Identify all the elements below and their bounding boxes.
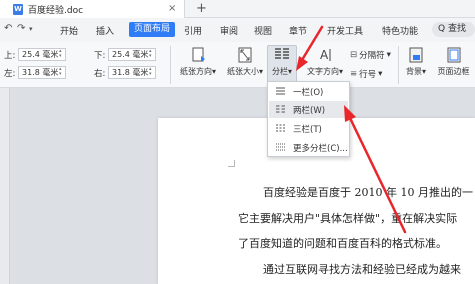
columns-button[interactable]: 分栏▾ [267, 45, 297, 83]
chevron-down-icon: ▾ [338, 67, 343, 76]
background-button[interactable]: 背景▾ [401, 46, 431, 84]
tab-insert[interactable]: 插入 [96, 24, 114, 37]
svg-text:A: A [320, 48, 329, 62]
ribbon-separator [170, 46, 171, 84]
search-button[interactable]: Q 查找 [432, 22, 475, 37]
separator-button[interactable]: ⊟ 分隔符 ▾ [350, 49, 391, 61]
menu-item-label: 三栏(T) [293, 124, 322, 135]
menu-item-label: 更多分栏(C)... [293, 143, 348, 154]
bottom-margin-label: 下: [94, 50, 106, 61]
menu-bar: ↶ ↷ ▾ 开始 插入 页面布局 引用 审阅 视图 章节 开发工具 特色功能 Q… [0, 18, 475, 42]
right-margin-label: 右: [94, 68, 106, 79]
columns-label: 分栏 [271, 67, 288, 76]
menu-item-three-columns[interactable]: 三栏(T) [269, 120, 348, 137]
tab-references[interactable]: 引用 [184, 24, 202, 37]
document-line: 它主要解决用户"具体怎样做"，重在解决实际 [238, 212, 458, 225]
close-tab-icon[interactable]: × [168, 3, 176, 14]
line-number-label: 行号 [359, 70, 377, 80]
tab-review[interactable]: 审阅 [220, 24, 238, 37]
page-layout-ribbon: 上: 25.4 毫米 左: 31.8 毫米 下: 25.4 毫米 右: 31.8… [0, 42, 475, 88]
chevron-down-icon: ▾ [421, 67, 426, 76]
orientation-icon [192, 47, 205, 62]
tab-section[interactable]: 章节 [289, 24, 307, 37]
top-margin-label: 上: [4, 50, 16, 61]
ribbon-separator [398, 46, 399, 84]
text-direction-icon: A [320, 48, 331, 62]
background-icon [409, 47, 423, 63]
document-line: 百度经验是百度于 2010 年 10 月推出的一 [263, 186, 473, 199]
right-margin-input[interactable]: 31.8 毫米 [108, 66, 156, 79]
right-margin-control: 右: 31.8 毫米 [94, 66, 156, 79]
left-margin-input[interactable]: 31.8 毫米 [18, 66, 66, 79]
chevron-down-icon: ▾ [258, 67, 263, 76]
document-line: 了百度知道的问题和百度百科的格式标准。 [238, 237, 447, 250]
paper-size-label: 纸张大小 [226, 67, 259, 76]
top-margin-input[interactable]: 25.4 毫米 [18, 48, 66, 61]
tab-view[interactable]: 视图 [254, 24, 272, 37]
page-border-icon [447, 47, 460, 63]
two-columns-icon [276, 105, 285, 113]
document-line: 通过互联网寻找方法和经验已经成为越来 [263, 263, 461, 276]
page-border-label: 页面边框 [437, 67, 470, 76]
page-border-button[interactable]: 页面边框 [432, 46, 475, 84]
menu-item-more-columns[interactable]: 更多分栏(C)... [269, 139, 348, 156]
line-number-button[interactable]: ≡ 行号 ▾ [350, 68, 382, 80]
title-bar: W 百度经验.doc × + [0, 0, 475, 18]
margin-corner-mark [228, 160, 235, 167]
columns-icon [275, 48, 289, 59]
bottom-margin-control: 下: 25.4 毫米 [94, 48, 156, 61]
orientation-label: 纸张方向 [179, 67, 212, 76]
columns-dropdown-menu: 一栏(O) 两栏(W) 三栏(T) 更多分栏(C)... [267, 81, 350, 157]
paper-size-icon [238, 47, 252, 63]
top-margin-control: 上: 25.4 毫米 [4, 48, 66, 61]
menu-item-label: 一栏(O) [293, 87, 324, 98]
text-direction-button[interactable]: A 文字方向▾ [300, 46, 350, 84]
document-tab[interactable]: W 百度经验.doc × [0, 0, 185, 18]
chevron-down-icon: ▾ [386, 50, 391, 60]
undo-icon[interactable]: ↶ [4, 23, 12, 34]
tab-home[interactable]: 开始 [60, 24, 78, 37]
tab-features[interactable]: 特色功能 [382, 24, 418, 37]
tab-page-layout[interactable]: 页面布局 [129, 22, 176, 37]
menu-item-two-columns[interactable]: 两栏(W) [269, 101, 348, 118]
left-margin-label: 左: [4, 68, 16, 79]
background-label: 背景 [405, 67, 422, 76]
chevron-down-icon: ▾ [211, 67, 216, 76]
more-columns-icon [276, 143, 285, 151]
orientation-button[interactable]: 纸张方向▾ [175, 46, 221, 84]
redo-icon[interactable]: ↷ [17, 23, 25, 34]
page-break-icon: ⊟ [350, 50, 358, 60]
new-tab-button[interactable]: + [196, 1, 207, 16]
menu-item-label: 两栏(W) [293, 105, 326, 116]
line-number-icon: ≡ [350, 69, 358, 79]
chevron-down-icon: ▾ [378, 69, 383, 79]
three-columns-icon [276, 124, 285, 132]
separator-label: 分隔符 [359, 51, 385, 61]
word-doc-icon: W [13, 3, 23, 15]
one-column-icon [276, 87, 285, 95]
chevron-down-icon: ▾ [287, 67, 292, 76]
tab-developer[interactable]: 开发工具 [327, 24, 363, 37]
bottom-margin-input[interactable]: 25.4 毫米 [108, 48, 156, 61]
text-direction-label: 文字方向 [306, 67, 339, 76]
quick-access-dropdown-icon[interactable]: ▾ [29, 25, 33, 33]
paper-size-button[interactable]: 纸张大小▾ [223, 46, 267, 84]
left-margin-control: 左: 31.8 毫米 [4, 66, 66, 79]
menu-item-one-column[interactable]: 一栏(O) [269, 83, 348, 100]
document-title: 百度经验.doc [28, 5, 84, 16]
vertical-ruler [0, 88, 10, 284]
